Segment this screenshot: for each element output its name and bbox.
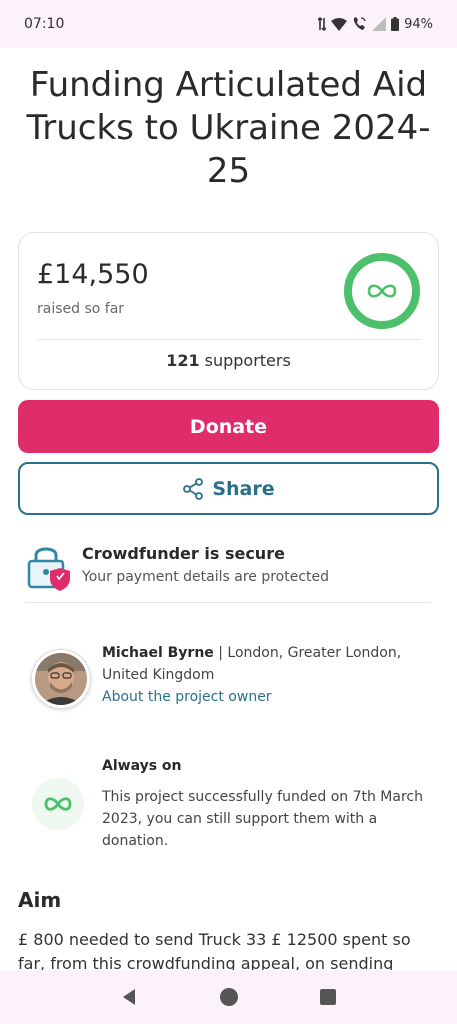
project-owner: Michael Byrne | London, Greater London, … xyxy=(32,642,437,722)
infinity-icon xyxy=(44,797,72,811)
always-on-badge xyxy=(32,778,84,830)
recents-button[interactable] xyxy=(313,982,343,1012)
security-title: Crowdfunder is secure xyxy=(82,544,285,563)
card-divider xyxy=(37,339,420,340)
navigation-bar xyxy=(0,970,457,1024)
wifi-icon xyxy=(331,17,348,31)
status-time: 07:10 xyxy=(24,16,65,32)
status-icons: 94% xyxy=(318,17,433,32)
share-button[interactable]: Share xyxy=(18,462,439,515)
owner-details: Michael Byrne | London, Greater London, … xyxy=(102,642,432,686)
owner-avatar[interactable] xyxy=(32,650,90,708)
infinity-icon xyxy=(367,284,397,298)
supporters-label: supporters xyxy=(204,351,291,370)
raised-label: raised so far xyxy=(37,301,125,317)
page-title: Funding Articulated Aid Trucks to Ukrain… xyxy=(26,65,431,191)
security-subtitle: Your payment details are protected xyxy=(82,569,330,585)
supporters-number: 121 xyxy=(166,351,200,370)
donate-button[interactable]: Donate xyxy=(18,400,439,453)
funding-progress-ring xyxy=(344,253,420,329)
security-notice: Crowdfunder is secure Your payment detai… xyxy=(26,540,431,603)
always-on-title: Always on xyxy=(102,758,182,774)
about-owner-link[interactable]: About the project owner xyxy=(102,689,272,705)
battery-icon xyxy=(391,17,400,31)
owner-photo xyxy=(35,653,87,705)
supporters-count: 121 supporters xyxy=(19,351,438,370)
owner-name: Michael Byrne xyxy=(102,645,214,661)
back-button[interactable] xyxy=(115,982,145,1012)
padlock-icon xyxy=(27,547,70,591)
home-icon xyxy=(219,988,238,1006)
back-icon xyxy=(122,989,135,1005)
recents-icon xyxy=(319,989,336,1005)
battery-level: 94% xyxy=(404,16,433,32)
owner-separator: | xyxy=(213,645,228,661)
status-bar: 07:10 94% xyxy=(0,0,457,48)
home-button[interactable] xyxy=(214,982,244,1012)
signal-icon xyxy=(372,17,387,31)
aim-heading: Aim xyxy=(18,888,62,912)
always-on-info: Always on This project successfully fund… xyxy=(32,756,437,856)
share-label: Share xyxy=(212,477,275,500)
raised-amount: £14,550 xyxy=(37,259,149,290)
donate-label: Donate xyxy=(189,415,268,438)
wifi-call-icon xyxy=(353,17,366,30)
always-on-text: This project successfully funded on 7th … xyxy=(102,789,423,849)
data-transfer-icon xyxy=(318,17,327,31)
share-icon xyxy=(183,477,204,500)
funding-card: £14,550 raised so far 121 supporters xyxy=(18,232,439,390)
